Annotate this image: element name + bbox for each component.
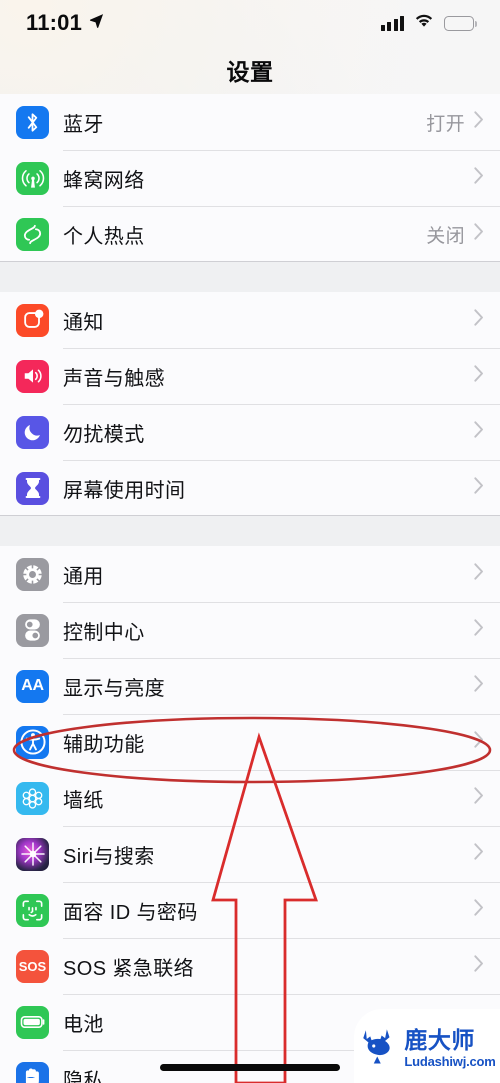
settings-row-label: 屏幕使用时间	[63, 479, 186, 502]
settings-row-label: 声音与触感	[63, 367, 165, 390]
settings-row[interactable]: Siri与搜索	[0, 826, 500, 882]
watermark-url: Ludashiwj.com	[404, 1053, 496, 1069]
site-watermark: 鹿大师 Ludashiwj.com	[354, 1009, 500, 1083]
battery-icon	[16, 1005, 49, 1039]
settings-row[interactable]: 辅助功能	[0, 714, 500, 770]
privacy-hand-icon	[16, 1061, 49, 1083]
settings-row[interactable]: 面容 ID 与密码	[0, 882, 500, 938]
settings-row[interactable]: AA 显示与亮度	[0, 658, 500, 714]
settings-row[interactable]: SOS SOS 紧急联络	[0, 938, 500, 994]
chevron-right-icon	[474, 899, 484, 921]
sounds-haptics-icon	[16, 359, 49, 393]
battery-full-icon	[444, 15, 477, 31]
settings-row-label: 墙纸	[63, 789, 104, 812]
settings-row-label: 控制中心	[63, 621, 145, 644]
control-center-icon	[16, 613, 49, 647]
screen-time-icon	[16, 471, 49, 505]
settings-row-label: 勿扰模式	[63, 423, 145, 446]
settings-row[interactable]: 屏幕使用时间	[0, 460, 500, 516]
settings-row-label: 个人热点	[63, 225, 145, 248]
settings-group: 通用 控制中心 AA 显示与亮度 辅助功能 墙纸 Siri与搜索 面容 ID 与密码 SOS SO…	[0, 546, 500, 1083]
page-title: 设置	[226, 59, 274, 85]
chevron-right-icon	[474, 223, 484, 245]
settings-row-value: 关闭	[426, 225, 465, 247]
home-indicator-bar	[160, 1064, 340, 1071]
group-separator	[0, 262, 500, 292]
general-gear-icon	[16, 557, 49, 591]
watermark-brand: 鹿大师	[404, 1026, 475, 1053]
chevron-right-icon	[474, 731, 484, 753]
settings-row-label: 通用	[63, 565, 104, 588]
settings-row[interactable]: 通用	[0, 546, 500, 602]
deer-head-logo	[358, 1025, 400, 1072]
iphone-settings-screen: 11:01 设置 蓝牙 打开蜂窝网络个人热点 关闭通知声音与触感勿扰模式屏幕使用时间…	[0, 0, 500, 1083]
settings-row[interactable]: 蓝牙 打开	[0, 94, 500, 150]
cellular-icon	[16, 161, 49, 195]
navigation-bar: 设置	[0, 46, 500, 94]
face-id-icon	[16, 893, 49, 927]
settings-row-label: 辅助功能	[63, 733, 145, 756]
location-arrow-icon	[89, 13, 104, 33]
chevron-right-icon	[474, 167, 484, 189]
chevron-right-icon	[474, 675, 484, 697]
chevron-right-icon	[474, 111, 484, 133]
settings-row[interactable]: 勿扰模式	[0, 404, 500, 460]
settings-row[interactable]: 通知	[0, 292, 500, 348]
cellular-signal-icon	[380, 15, 404, 31]
settings-row-label: 蓝牙	[63, 113, 104, 136]
settings-row[interactable]: 蜂窝网络	[0, 150, 500, 206]
settings-row-label: 显示与亮度	[63, 677, 165, 700]
personal-hotspot-icon	[16, 217, 49, 251]
chevron-right-icon	[474, 477, 484, 499]
group-separator	[0, 516, 500, 546]
status-bar-clock: 11:01	[26, 10, 83, 35]
chevron-right-icon	[474, 309, 484, 331]
settings-row[interactable]: 个人热点 关闭	[0, 206, 500, 262]
watermark-text: 鹿大师 Ludashiwj.com	[404, 1026, 496, 1069]
settings-list[interactable]: 蓝牙 打开蜂窝网络个人热点 关闭通知声音与触感勿扰模式屏幕使用时间 通用控制中心 AA 显…	[0, 94, 500, 1083]
settings-row-value: 打开	[426, 113, 465, 135]
status-bar: 11:01	[0, 0, 500, 46]
settings-row-label: Siri与搜索	[63, 845, 155, 868]
settings-group: 通知声音与触感勿扰模式屏幕使用时间	[0, 292, 500, 516]
chevron-right-icon	[474, 563, 484, 585]
settings-group: 蓝牙 打开蜂窝网络个人热点 关闭	[0, 94, 500, 262]
chevron-right-icon	[474, 619, 484, 641]
emergency-sos-icon: SOS	[16, 949, 49, 983]
chevron-right-icon	[474, 787, 484, 809]
settings-row-label: 通知	[63, 311, 104, 334]
accessibility-icon	[16, 725, 49, 759]
do-not-disturb-icon	[16, 415, 49, 449]
chevron-right-icon	[474, 843, 484, 865]
settings-row[interactable]: 墙纸	[0, 770, 500, 826]
wallpaper-icon	[16, 781, 49, 815]
settings-row[interactable]: 控制中心	[0, 602, 500, 658]
display-brightness-icon: AA	[16, 669, 49, 703]
status-bar-left: 11:01	[26, 10, 104, 36]
chevron-right-icon	[474, 955, 484, 977]
settings-row-label: SOS 紧急联络	[63, 957, 194, 980]
chevron-right-icon	[474, 421, 484, 443]
notifications-icon	[16, 303, 49, 337]
bluetooth-icon	[16, 105, 49, 139]
wifi-icon	[414, 13, 434, 33]
chevron-right-icon	[474, 365, 484, 387]
settings-row-label: 面容 ID 与密码	[63, 901, 198, 924]
settings-row-label: 蜂窝网络	[63, 169, 145, 192]
siri-icon	[16, 837, 49, 871]
status-bar-right	[380, 13, 477, 33]
settings-row[interactable]: 声音与触感	[0, 348, 500, 404]
